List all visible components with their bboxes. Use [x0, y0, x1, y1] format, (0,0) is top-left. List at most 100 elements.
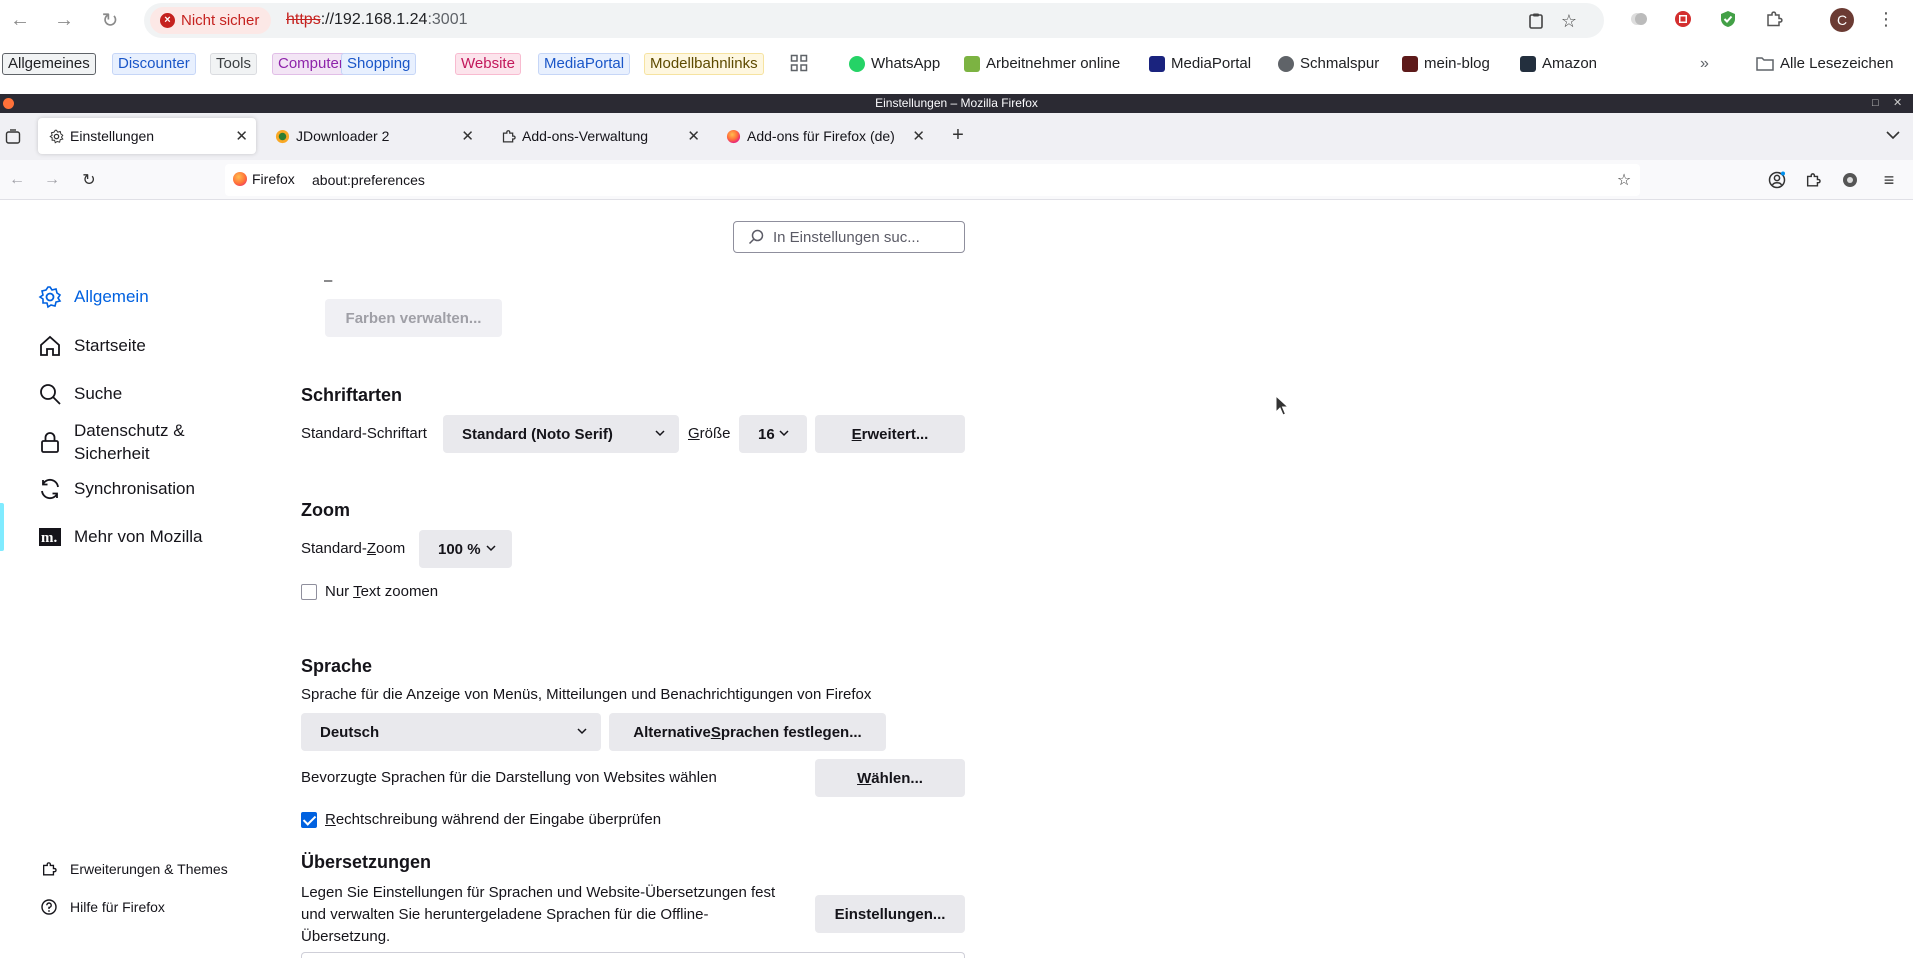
bookmark-folder-website[interactable]: Website [455, 53, 521, 75]
translations-settings-button[interactable]: Einstellungen... [815, 895, 965, 933]
firefox-icon [725, 128, 741, 144]
help-icon [40, 898, 58, 916]
bookmark-link-mein-blog[interactable]: mein-blog [1402, 55, 1490, 72]
sidebar-item-mehr-von-mozilla[interactable]: m. Mehr von Mozilla [38, 525, 203, 549]
default-font-value: Standard (Noto Serif) [462, 425, 613, 443]
folder-icon [1756, 56, 1774, 71]
extension-1-icon[interactable] [1628, 8, 1650, 30]
shield-check-icon[interactable] [1717, 8, 1739, 30]
language-select[interactable]: Deutsch [301, 713, 601, 751]
bookmark-star-icon[interactable]: ☆ [1613, 169, 1635, 191]
url-bar[interactable]: Firefox about:preferences ☆ [225, 164, 1640, 196]
url-text[interactable]: about:preferences [312, 172, 425, 188]
omnibox[interactable]: × Nicht sicher https://192.168.1.24:3001… [144, 3, 1604, 38]
translations-box-edge [301, 952, 965, 958]
window-close-icon[interactable]: ✕ [1893, 94, 1902, 113]
maximize-icon[interactable]: □ [1872, 94, 1879, 113]
zoom-text-only-checkbox[interactable] [301, 584, 317, 600]
translations-line-1: Legen Sie Einstellungen für Sprachen und… [301, 884, 776, 901]
addon-icon[interactable] [1839, 169, 1861, 191]
security-chip[interactable]: × Nicht sicher [150, 7, 272, 34]
bookmark-link-schmalspur[interactable]: Schmalspur [1278, 55, 1379, 72]
manage-colors-button[interactable]: Farben verwalten... [325, 299, 502, 337]
forward-icon[interactable]: → [52, 8, 76, 32]
sidebar-selection-indicator [0, 503, 4, 551]
tab-jdownloader[interactable]: JDownloader 2 ✕ [264, 118, 482, 154]
tab-close-icon[interactable]: ✕ [235, 127, 248, 145]
preferences-search[interactable] [733, 221, 965, 253]
omnibox-url[interactable]: https://192.168.1.24:3001 [286, 11, 468, 29]
sidebar-help-firefox[interactable]: Hilfe für Firefox [40, 898, 165, 916]
more-bookmarks-icon[interactable]: » [1700, 55, 1709, 73]
tab-addons-firefox-de[interactable]: Add-ons für Firefox (de) ✕ [715, 118, 933, 154]
tab-close-icon[interactable]: ✕ [912, 127, 925, 145]
choose-languages-button[interactable]: Wählen... [815, 759, 965, 797]
default-zoom-select[interactable]: 100 % [419, 530, 512, 568]
sidebar-item-startseite[interactable]: Startseite [38, 334, 146, 358]
apps-grid-icon[interactable] [790, 54, 808, 72]
bookmark-folder-tools[interactable]: Tools [210, 53, 258, 75]
tab-addons-manager[interactable]: Add-ons-Verwaltung ✕ [490, 118, 708, 154]
alt-languages-prefix: Alternative [633, 723, 711, 741]
url-port: :3001 [427, 11, 468, 28]
tab-einstellungen[interactable]: Einstellungen ✕ [38, 118, 256, 154]
choose-rest: ählen... [871, 769, 923, 787]
all-bookmarks-label: Alle Lesezeichen [1780, 55, 1894, 72]
tab-list-chevron-icon[interactable] [1882, 124, 1904, 146]
sync-icon [38, 477, 62, 501]
stop-extension-icon[interactable] [1672, 8, 1694, 30]
tab-close-icon[interactable]: ✕ [461, 127, 474, 145]
bookmark-folder-mediaportal[interactable]: MediaPortal [538, 53, 631, 75]
sidebar-item-suche[interactable]: Suche [38, 382, 122, 406]
fonts-advanced-button[interactable]: Erweitert... [815, 415, 965, 453]
new-tab-icon[interactable]: + [947, 124, 969, 146]
default-font-select[interactable]: Standard (Noto Serif) [443, 415, 679, 453]
bookmark-link-amazon[interactable]: Amazon [1520, 55, 1597, 72]
reload-icon[interactable]: ↻ [98, 8, 122, 32]
bookmark-folder-shopping[interactable]: Shopping [341, 53, 417, 75]
advanced-accesskey: E [851, 425, 862, 443]
search-input[interactable] [773, 228, 953, 246]
bookmark-folder-computer[interactable]: Computer [272, 53, 350, 75]
sidebar-item-datenschutz[interactable]: Datenschutz & Sicherheit [38, 419, 185, 465]
puzzle-icon[interactable] [1763, 8, 1785, 30]
chevron-down-icon [486, 545, 496, 552]
font-size-select[interactable]: 16 [739, 415, 807, 453]
all-bookmarks-button[interactable]: Alle Lesezeichen [1756, 55, 1893, 72]
reload-icon[interactable]: ↻ [78, 169, 100, 191]
account-icon[interactable] [1766, 169, 1788, 191]
colors-dash: – [324, 272, 333, 289]
back-icon[interactable]: ← [8, 8, 32, 32]
tab-label: Add-ons für Firefox (de) [747, 128, 895, 144]
firefox-title-bar: Einstellungen – Mozilla Firefox □ ✕ [0, 94, 1913, 113]
clipboard-icon[interactable] [1525, 10, 1547, 32]
hamburger-menu-icon[interactable]: ≡ [1878, 169, 1900, 191]
forward-icon[interactable]: → [41, 169, 63, 191]
bookmark-folder-discounter[interactable]: Discounter [112, 53, 196, 75]
bookmark-star-icon[interactable]: ☆ [1558, 10, 1580, 32]
bookmark-link-whatsapp[interactable]: WhatsApp [849, 55, 940, 72]
url-host: ://192.168.1.24 [320, 11, 428, 28]
identity-box[interactable]: Firefox [233, 171, 295, 187]
extensions-icon[interactable] [1802, 169, 1824, 191]
tab-overview-icon[interactable] [2, 126, 24, 148]
sidebar-item-synchronisation[interactable]: Synchronisation [38, 477, 195, 501]
spellcheck-checkbox[interactable] [301, 812, 317, 828]
size-label-text: röße [699, 425, 731, 442]
alternative-languages-button[interactable]: Alternative Sprachen festlegen... [609, 713, 886, 751]
bookmark-link-mediaportal[interactable]: MediaPortal [1149, 55, 1251, 72]
url-protocol: https [286, 11, 321, 28]
tab-close-icon[interactable]: ✕ [687, 127, 700, 145]
bookmark-link-arbeitnehmer-online[interactable]: Arbeitnehmer online [964, 55, 1120, 72]
profile-avatar[interactable]: C [1830, 8, 1854, 32]
tab-label: JDownloader 2 [296, 128, 390, 144]
spellcheck-label: Rechtschreibung während der Eingabe über… [325, 811, 661, 828]
default-zoom-prefix: Standard- [301, 540, 367, 557]
sidebar-item-allgemein[interactable]: Allgemein [38, 285, 149, 309]
bookmark-folder-allgemeines[interactable]: Allgemeines [2, 53, 96, 75]
bookmark-link-label: MediaPortal [1171, 55, 1252, 72]
kebab-menu-icon[interactable]: ⋮ [1875, 8, 1897, 30]
bookmark-folder-modellbahnlinks[interactable]: Modellbahnlinks [644, 53, 764, 75]
back-icon[interactable]: ← [6, 169, 28, 191]
sidebar-extensions-themes[interactable]: Erweiterungen & Themes [40, 860, 228, 878]
